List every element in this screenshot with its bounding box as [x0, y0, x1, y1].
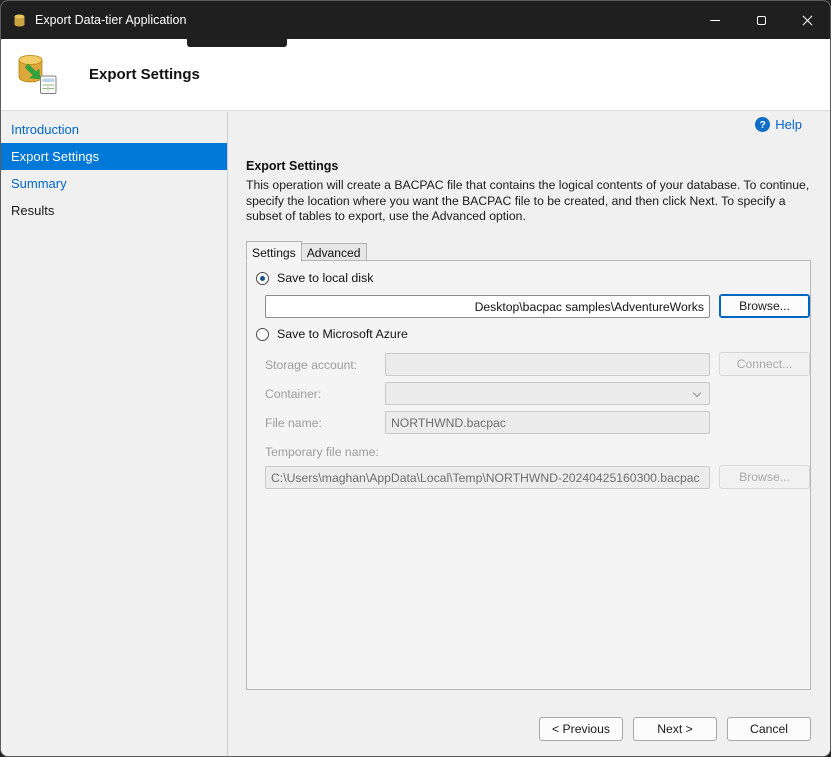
close-button[interactable] [784, 1, 830, 39]
chevron-down-icon [693, 389, 701, 397]
local-path-input[interactable] [265, 295, 710, 318]
content-area: ? Help Export Settings This operation wi… [229, 112, 830, 756]
wizard-steps-sidebar: Introduction Export Settings Summary Res… [1, 112, 228, 756]
previous-button[interactable]: < Previous [539, 717, 623, 741]
minimize-icon [710, 20, 720, 21]
file-name-label: File name: [265, 416, 322, 430]
tab-advanced[interactable]: Advanced [302, 243, 367, 260]
radio-save-to-local-disk[interactable]: Save to local disk [256, 271, 373, 285]
wizard-title: Export Settings [89, 66, 200, 83]
temporary-file-name-label: Temporary file name: [265, 445, 379, 459]
sidebar-item-summary[interactable]: Summary [1, 170, 227, 197]
settings-tab-panel: Save to local disk Browse... Save to Mic… [246, 260, 811, 690]
maximize-button[interactable] [738, 1, 784, 39]
save-azure-label: Save to Microsoft Azure [277, 327, 408, 341]
file-name-input [385, 411, 710, 434]
app-icon [12, 13, 27, 28]
wizard-header: Export Settings [1, 39, 830, 111]
titlebar[interactable]: Export Data-tier Application [1, 1, 830, 39]
temporary-file-input [265, 466, 710, 489]
help-icon: ? [755, 117, 770, 132]
sidebar-item-results[interactable]: Results [1, 197, 227, 224]
container-dropdown [385, 382, 710, 405]
save-local-label: Save to local disk [277, 271, 373, 285]
window-title: Export Data-tier Application [35, 13, 186, 27]
radio-save-to-azure[interactable]: Save to Microsoft Azure [256, 327, 408, 341]
minimize-button[interactable] [692, 1, 738, 39]
export-data-tier-icon [14, 51, 60, 97]
browse-temporary-button: Browse... [719, 465, 810, 489]
storage-account-input [385, 353, 710, 376]
next-button[interactable]: Next > [633, 717, 717, 741]
sidebar-item-export-settings[interactable]: Export Settings [1, 143, 227, 170]
browse-local-button[interactable]: Browse... [719, 294, 810, 318]
cancel-button[interactable]: Cancel [727, 717, 811, 741]
page-description: This operation will create a BACPAC file… [246, 178, 816, 225]
container-label: Container: [265, 387, 321, 401]
connect-button: Connect... [719, 352, 810, 376]
radio-checked-icon [256, 272, 269, 285]
storage-account-label: Storage account: [265, 358, 357, 372]
page-heading: Export Settings [246, 159, 338, 173]
titlebar-artifact [187, 39, 287, 47]
window-controls [692, 1, 830, 39]
sidebar-item-introduction[interactable]: Introduction [1, 116, 227, 143]
maximize-icon [757, 16, 766, 25]
export-wizard-window: Export Data-tier Application Expor [0, 0, 831, 757]
footer-buttons: < Previous Next > Cancel [539, 717, 811, 741]
radio-unchecked-icon [256, 328, 269, 341]
help-label: Help [775, 117, 802, 132]
help-link[interactable]: ? Help [755, 117, 802, 132]
tab-strip: Settings Advanced [246, 240, 367, 261]
tab-settings[interactable]: Settings [246, 241, 302, 262]
close-icon [802, 15, 813, 26]
